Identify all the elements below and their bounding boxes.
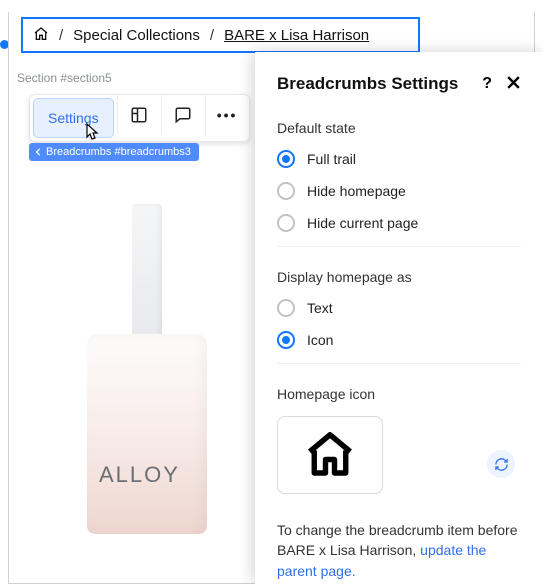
radio-icon [277, 331, 295, 349]
layout-button[interactable] [117, 95, 161, 135]
breadcrumb-separator: / [210, 27, 214, 44]
settings-panel: Breadcrumbs Settings ? Default state Ful… [255, 52, 543, 584]
layout-icon [130, 106, 148, 124]
divider [277, 246, 521, 247]
element-toolbar: Settings ••• [29, 94, 250, 142]
comment-icon [174, 106, 192, 124]
radio-hide-homepage[interactable]: Hide homepage [277, 182, 521, 200]
divider [277, 363, 521, 364]
radio-display-icon[interactable]: Icon [277, 331, 521, 349]
more-icon: ••• [217, 107, 238, 123]
radio-hide-current[interactable]: Hide current page [277, 214, 521, 232]
product-preview: ALLOY [29, 162, 265, 575]
radio-display-text[interactable]: Text [277, 299, 521, 317]
element-tag-label: Breadcrumbs #breadcrumbs3 [46, 146, 191, 158]
display-as-label: Display homepage as [277, 269, 521, 285]
breadcrumb-component[interactable]: / Special Collections / BARE x Lisa Harr… [21, 17, 420, 53]
radio-label: Icon [307, 332, 333, 348]
breadcrumb-separator: / [59, 27, 63, 44]
close-button[interactable] [506, 75, 521, 93]
cursor-icon [83, 122, 101, 145]
bottle-image: ALLOY [77, 204, 217, 534]
element-tag-chip[interactable]: Breadcrumbs #breadcrumbs3 [29, 143, 199, 161]
radio-full-trail[interactable]: Full trail [277, 150, 521, 168]
helper-text: To change the breadcrumb item before BAR… [277, 520, 521, 581]
radio-icon [277, 299, 295, 317]
more-button[interactable]: ••• [205, 95, 249, 135]
chevron-left-icon [35, 148, 43, 156]
close-icon [506, 75, 521, 90]
section-label: Section #section5 [17, 71, 112, 85]
radio-label: Hide current page [307, 215, 418, 231]
breadcrumb-item-current[interactable]: BARE x Lisa Harrison [224, 27, 369, 44]
product-brand: ALLOY [99, 462, 180, 488]
settings-button[interactable]: Settings [33, 98, 114, 138]
default-state-label: Default state [277, 120, 521, 136]
comment-button[interactable] [161, 95, 205, 135]
radio-label: Hide homepage [307, 183, 406, 199]
homepage-icon-label: Homepage icon [277, 386, 521, 402]
radio-icon [277, 214, 295, 232]
homepage-icon-preview[interactable] [277, 416, 383, 494]
radio-label: Text [307, 300, 333, 316]
panel-title: Breadcrumbs Settings [277, 74, 458, 94]
help-button[interactable]: ? [482, 75, 492, 93]
home-icon[interactable] [33, 26, 49, 45]
refresh-icon [494, 457, 509, 472]
radio-icon [277, 182, 295, 200]
home-icon [303, 428, 357, 482]
breadcrumb-item[interactable]: Special Collections [73, 27, 200, 44]
radio-icon [277, 150, 295, 168]
reset-icon-button[interactable] [487, 450, 515, 478]
radio-label: Full trail [307, 151, 356, 167]
